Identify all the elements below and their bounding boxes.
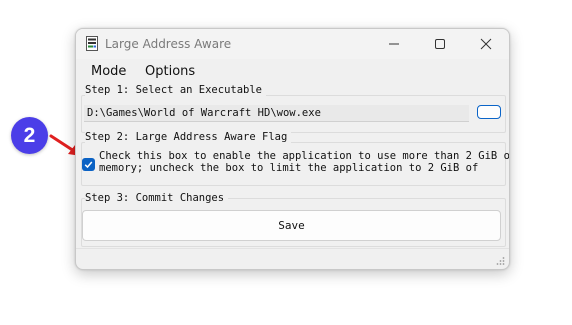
step-number-badge: 2 [11, 117, 48, 154]
menu-options[interactable]: Options [145, 64, 195, 79]
minimize-icon [389, 43, 399, 45]
resize-grip-icon[interactable] [495, 256, 505, 266]
step3-label: Step 3: Commit Changes [85, 192, 229, 204]
executable-path-field[interactable]: D:\Games\World of Warcraft HD\wow.exe [84, 105, 469, 122]
save-button[interactable]: Save [82, 210, 501, 241]
window-title: Large Address Aware [105, 37, 232, 51]
title-bar[interactable]: Large Address Aware [76, 29, 509, 59]
checkmark-icon [84, 161, 93, 169]
badge-number: 2 [23, 123, 36, 147]
maximize-button[interactable] [417, 29, 463, 59]
app-window: Large Address Aware Mode Options Step 1:… [75, 28, 510, 270]
step2-label: Step 2: Large Address Aware Flag [85, 131, 292, 143]
checkbox-description[interactable]: Check this box to enable the application… [99, 150, 509, 174]
status-bar [76, 248, 509, 269]
app-executable-icon [86, 36, 98, 51]
step1-label: Step 1: Select an Executable [85, 84, 267, 96]
menu-bar: Mode Options [76, 59, 509, 83]
close-icon [480, 38, 492, 50]
large-address-aware-checkbox[interactable] [82, 158, 95, 171]
minimize-button[interactable] [371, 29, 417, 59]
browse-button[interactable] [477, 105, 501, 119]
menu-mode[interactable]: Mode [91, 64, 126, 79]
close-button[interactable] [463, 29, 509, 59]
maximize-icon [435, 39, 445, 49]
